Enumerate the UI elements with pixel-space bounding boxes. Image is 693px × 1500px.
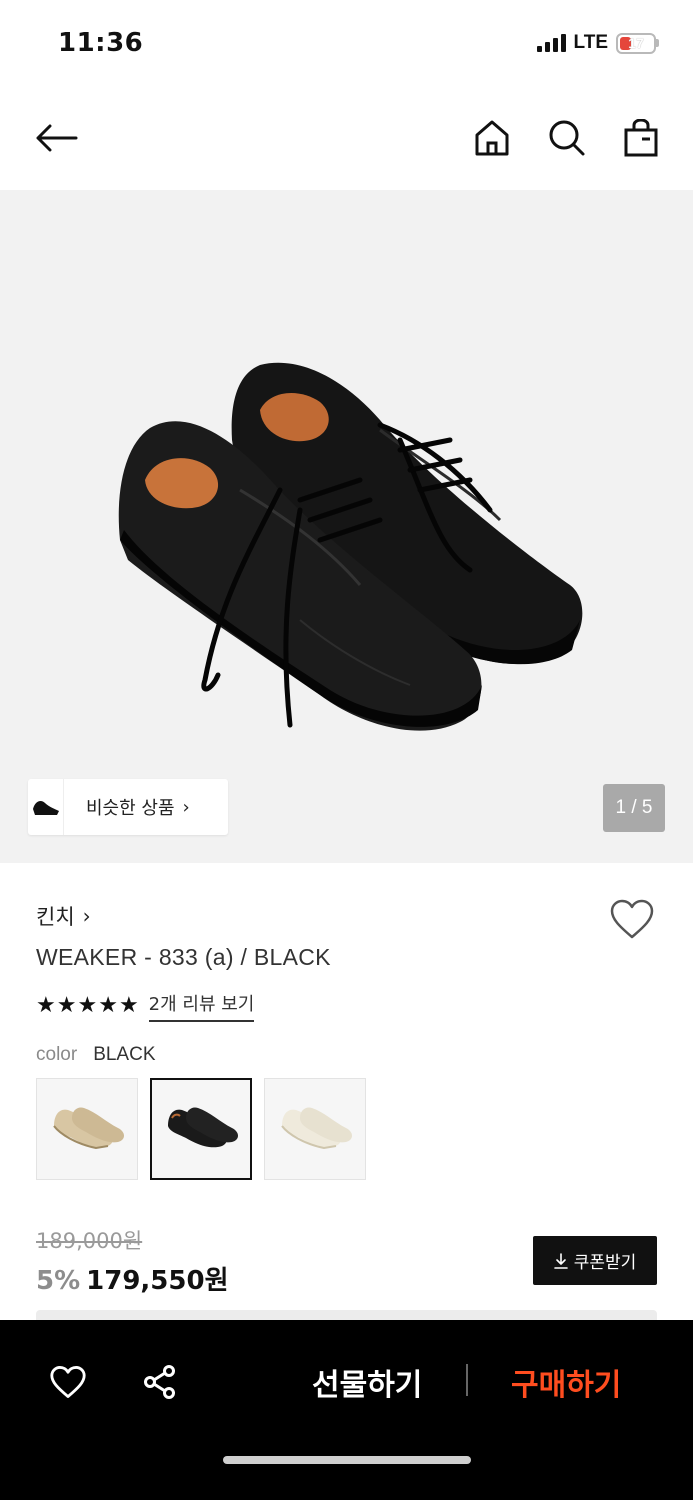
similar-products-label: 비슷한 상품 — [86, 798, 175, 819]
shopping-bag-icon[interactable] — [617, 114, 665, 162]
top-nav — [0, 100, 693, 180]
battery-level: 17 — [628, 35, 644, 51]
color-swatches — [36, 1078, 366, 1180]
selected-color-value: BLACK — [93, 1044, 156, 1065]
status-indicators: LTE 17 — [536, 32, 659, 54]
coupon-label: 쿠폰받기 — [573, 1253, 637, 1273]
home-indicator — [223, 1456, 471, 1464]
discount-rate: 5% — [36, 1266, 81, 1296]
brand-link[interactable]: 킨치 › — [36, 901, 91, 931]
image-page-indicator: 1 / 5 — [603, 784, 665, 832]
coupon-download-button[interactable]: 쿠폰받기 — [533, 1236, 657, 1285]
chevron-right-icon: › — [82, 904, 91, 928]
star-icon: ★ — [98, 993, 118, 1018]
gift-button[interactable]: 선물하기 — [312, 1360, 422, 1404]
product-title: WEAKER - 833 (a) / BLACK — [36, 944, 331, 970]
home-icon[interactable] — [468, 114, 516, 162]
bottom-action-bar: 선물하기 구매하기 — [0, 1320, 693, 1500]
star-icon: ★ — [118, 993, 139, 1018]
color-swatch-beige[interactable] — [36, 1078, 138, 1180]
product-image — [118, 362, 583, 731]
similar-products-button[interactable]: 비슷한 상품 › — [28, 779, 228, 835]
price-row: 5% 179,550원 — [36, 1260, 229, 1297]
star-icon: ★ — [36, 993, 56, 1018]
button-divider — [466, 1364, 468, 1396]
rating-stars: ★ ★ ★ ★ ★ — [36, 995, 139, 1017]
section-divider — [36, 1310, 657, 1320]
color-swatch-cream[interactable] — [264, 1078, 366, 1180]
color-swatch-black[interactable] — [150, 1078, 252, 1180]
star-icon: ★ — [56, 993, 77, 1018]
status-bar: 11:36 LTE 17 — [0, 0, 693, 90]
chevron-right-icon: › — [182, 796, 190, 818]
search-icon[interactable] — [543, 114, 591, 162]
signal-icon — [536, 34, 566, 52]
similar-product-thumbnail — [28, 779, 64, 835]
battery-icon: 17 — [616, 32, 659, 54]
download-icon — [553, 1252, 568, 1269]
product-image-carousel[interactable]: 비슷한 상품 › 1 / 5 — [0, 190, 693, 863]
status-time: 11:36 — [58, 28, 144, 58]
final-price: 179,550원 — [86, 1266, 229, 1296]
star-icon: ★ — [77, 993, 98, 1018]
color-label: color — [36, 1044, 78, 1065]
rating-row: ★ ★ ★ ★ ★ 2개 리뷰 보기 — [36, 990, 255, 1022]
wishlist-heart-icon[interactable] — [609, 898, 657, 946]
original-price: 189,000원 — [36, 1229, 143, 1253]
buy-button[interactable]: 구매하기 — [511, 1360, 621, 1404]
wishlist-heart-icon[interactable] — [46, 1360, 90, 1404]
review-link[interactable]: 2개 리뷰 보기 — [148, 990, 255, 1022]
color-row: color BLACK — [36, 1044, 156, 1066]
back-arrow-icon[interactable] — [32, 114, 80, 162]
network-label: LTE — [573, 32, 608, 53]
share-icon[interactable] — [138, 1360, 182, 1404]
brand-name: 킨치 — [36, 905, 75, 929]
